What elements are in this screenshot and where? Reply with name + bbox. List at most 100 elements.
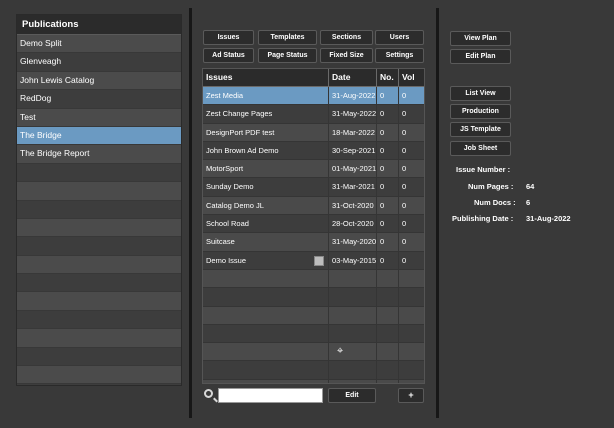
- cell-issue: DesignPort PDF test: [203, 123, 329, 141]
- cell-vol-text: 0: [402, 237, 407, 247]
- cell-date-text: 28-Oct-2020: [332, 219, 374, 229]
- cell-date-text: 31-Aug-2022: [332, 91, 376, 100]
- cell-date: 28-Oct-2020: [329, 215, 377, 233]
- cell-vol-text: 0: [402, 91, 407, 100]
- table-row[interactable]: John Brown Ad Demo 30-Sep-2021 0 0: [203, 141, 424, 161]
- table-row[interactable]: Sunday Demo 31-Mar-2021 0 0: [203, 178, 424, 197]
- cell-date-text: 18-Mar-2022: [332, 127, 375, 137]
- cell-date-text: 03-May-2015: [332, 255, 377, 265]
- js-template-button[interactable]: JS Template: [450, 122, 511, 137]
- cell-issue: [203, 306, 329, 324]
- sections-button[interactable]: Sections: [320, 30, 373, 45]
- cell-date: 31-May-2022: [329, 105, 377, 123]
- publication-empty-row: [17, 310, 181, 330]
- production-button[interactable]: Production: [450, 104, 511, 119]
- cell-vol-text: 0: [402, 109, 407, 119]
- publication-empty-row: [17, 218, 181, 238]
- cell-date-text: 30-Sep-2021: [332, 145, 376, 155]
- publication-item[interactable]: John Lewis Catalog: [17, 71, 181, 91]
- cell-issue: Zest Change Pages: [203, 105, 329, 123]
- cell-vol: 0: [399, 87, 424, 104]
- publishing-date-value: 31-Aug-2022: [526, 214, 571, 223]
- table-row[interactable]: Demo Issue 03-May-2015 0 0: [203, 251, 424, 270]
- publication-empty-row: [17, 366, 181, 385]
- cell-issue-text: DesignPort PDF test: [206, 127, 275, 137]
- table-row[interactable]: MotorSport 01-May-2021 0 0: [203, 160, 424, 179]
- document-icon[interactable]: [314, 255, 324, 266]
- cell-no: 0: [377, 105, 399, 123]
- column-header-vol[interactable]: Vol: [399, 69, 424, 86]
- table-row[interactable]: School Road 28-Oct-2020 0 0: [203, 215, 424, 234]
- cell-no: 0: [377, 196, 399, 215]
- column-header-date[interactable]: Date: [329, 69, 377, 86]
- publication-empty-row: [17, 200, 181, 219]
- cell-issue: [203, 269, 329, 288]
- cell-vol: [399, 288, 424, 305]
- table-empty-row: [203, 379, 424, 383]
- cell-date: 30-Sep-2021: [329, 141, 377, 160]
- add-button[interactable]: +: [398, 388, 424, 403]
- cell-no: 0: [377, 178, 399, 196]
- cell-issue: [203, 343, 329, 361]
- table-row[interactable]: Suitcase 31-May-2020 0 0: [203, 233, 424, 252]
- edit-plan-button[interactable]: Edit Plan: [450, 49, 511, 64]
- cell-date: 03-May-2015: [329, 251, 377, 269]
- page-status-button[interactable]: Page Status: [258, 48, 317, 63]
- table-row[interactable]: Zest Media 31-Aug-2022 0 0: [203, 87, 424, 106]
- cell-no: 0: [377, 233, 399, 251]
- cell-date: 31-May-2020: [329, 233, 377, 251]
- edit-button[interactable]: Edit: [328, 388, 376, 403]
- publication-item[interactable]: Test: [17, 108, 181, 127]
- cell-vol: [399, 380, 424, 383]
- cell-no-text: 0: [380, 164, 385, 174]
- mouse-cursor-icon: ⌖: [337, 345, 344, 357]
- templates-button[interactable]: Templates: [258, 30, 317, 45]
- job-sheet-button[interactable]: Job Sheet: [450, 141, 511, 156]
- cell-no-text: 0: [380, 255, 385, 265]
- issues-button[interactable]: Issues: [203, 30, 254, 45]
- cell-no: 0: [377, 123, 399, 141]
- cell-vol: [399, 343, 424, 360]
- cell-issue: [203, 379, 329, 383]
- cell-issue: Demo Issue: [203, 251, 329, 269]
- view-plan-button[interactable]: View Plan: [450, 31, 511, 46]
- cell-issue: MotorSport: [203, 160, 329, 178]
- publication-empty-row: [17, 274, 181, 293]
- cell-no: [377, 379, 399, 383]
- settings-button[interactable]: Settings: [375, 48, 424, 63]
- table-empty-row: [203, 324, 424, 344]
- column-header-issues[interactable]: Issues: [203, 69, 329, 86]
- cell-no-text: 0: [380, 237, 385, 247]
- table-body: Zest Media 31-Aug-2022 0 0 Zest Change Pages…: [203, 87, 424, 383]
- fixed-size-button[interactable]: Fixed Size: [320, 48, 373, 63]
- cell-date-text: 31-Mar-2021: [332, 182, 375, 192]
- cell-date: 31-Aug-2022: [329, 87, 377, 105]
- list-view-button[interactable]: List View: [450, 86, 511, 101]
- cell-issue-text: Zest Media: [206, 91, 244, 100]
- table-row[interactable]: DesignPort PDF test 18-Mar-2022 0 0: [203, 123, 424, 142]
- cell-no: 0: [377, 141, 399, 160]
- ad-status-button[interactable]: Ad Status: [203, 48, 254, 63]
- publication-item[interactable]: Demo Split: [17, 35, 181, 54]
- table-empty-row: [203, 306, 424, 325]
- cell-issue-text: Catalog Demo JL: [206, 200, 264, 210]
- cell-vol: [399, 325, 424, 342]
- publication-item[interactable]: The Bridge Report: [17, 145, 181, 164]
- cell-vol: 0: [399, 105, 424, 122]
- publication-item[interactable]: RedDog: [17, 90, 181, 109]
- issue-number-label: Issue Number :: [456, 165, 511, 174]
- search-input[interactable]: [218, 388, 323, 403]
- cell-no-text: 0: [380, 145, 385, 155]
- users-button[interactable]: Users: [375, 30, 424, 45]
- num-pages-label: Num Pages :: [468, 182, 514, 191]
- cell-no: [377, 269, 399, 288]
- cell-date-text: 31-Oct-2020: [332, 200, 374, 210]
- publication-item[interactable]: The Bridge: [17, 126, 181, 146]
- publication-item[interactable]: Glenveagh: [17, 53, 181, 72]
- table-row[interactable]: Zest Change Pages 31-May-2022 0 0: [203, 105, 424, 124]
- table-row[interactable]: Catalog Demo JL 31-Oct-2020 0 0: [203, 196, 424, 216]
- cell-vol: 0: [399, 252, 424, 269]
- cell-no: [377, 306, 399, 324]
- column-header-no[interactable]: No.: [377, 69, 399, 86]
- cell-issue-text: Sunday Demo: [206, 182, 254, 192]
